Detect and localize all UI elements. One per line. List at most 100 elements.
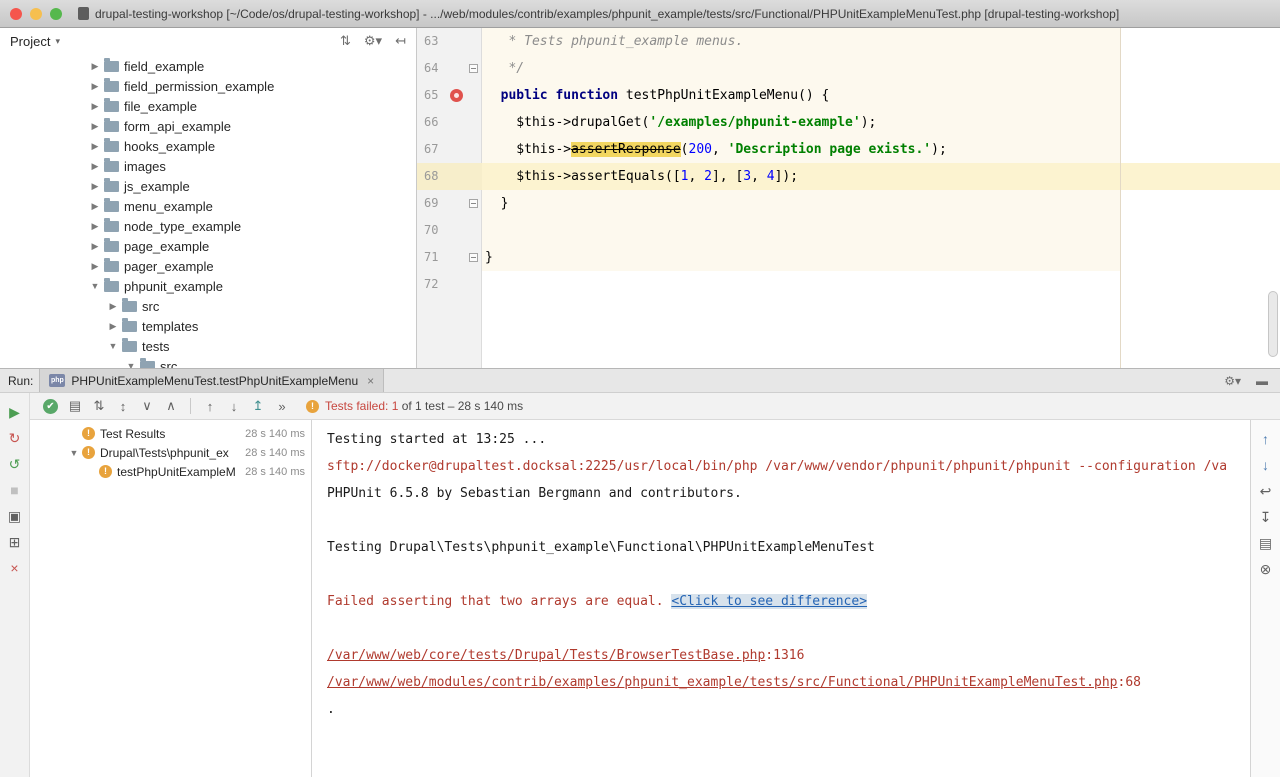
chevron-down-icon[interactable]: ▼: [106, 341, 120, 351]
chevron-right-icon[interactable]: ▶: [88, 141, 102, 152]
show-ignored-icon[interactable]: ▤: [63, 398, 87, 414]
clear-all-icon[interactable]: ⊗: [1251, 556, 1280, 582]
editor-gutter[interactable]: 70: [417, 217, 482, 244]
editor-line[interactable]: 70: [417, 217, 1280, 244]
zoom-window-button[interactable]: [50, 8, 62, 20]
hide-panel-icon[interactable]: ↤: [395, 33, 406, 49]
chevron-right-icon[interactable]: ▶: [88, 101, 102, 112]
import-test-results-icon[interactable]: ↥: [246, 398, 270, 414]
scroll-to-end-icon[interactable]: ↧: [1251, 504, 1280, 530]
stack-trace-link[interactable]: /var/www/web/modules/contrib/examples/ph…: [327, 675, 1118, 690]
project-tree-item[interactable]: ▶src: [0, 296, 416, 316]
chevron-down-icon[interactable]: ▼: [66, 448, 82, 458]
hide-window-icon[interactable]: ▬: [1256, 374, 1268, 388]
editor-line[interactable]: 63 * Tests phpunit_example menus.: [417, 28, 1280, 55]
rerun-test-icon[interactable]: ▶: [0, 399, 29, 425]
next-failed-test-icon[interactable]: ↓: [222, 399, 246, 414]
chevron-right-icon[interactable]: ▶: [88, 121, 102, 132]
editor-line[interactable]: 69 }: [417, 190, 1280, 217]
editor-line[interactable]: 66 $this->drupalGet('/examples/phpunit-e…: [417, 109, 1280, 136]
editor-gutter[interactable]: 71: [417, 244, 482, 271]
project-tree-item[interactable]: ▼tests: [0, 336, 416, 356]
project-tree-item[interactable]: ▶file_example: [0, 96, 416, 116]
editor-gutter[interactable]: 66: [417, 109, 482, 136]
chevron-right-icon[interactable]: ▶: [88, 201, 102, 212]
project-panel-title[interactable]: Project: [10, 34, 50, 49]
sort-by-duration-icon[interactable]: ⇅: [87, 398, 111, 414]
project-tree-item[interactable]: ▼src: [0, 356, 416, 368]
stop-icon[interactable]: ■: [0, 477, 29, 503]
fold-marker-icon[interactable]: [469, 64, 478, 73]
chevron-right-icon[interactable]: ▶: [88, 161, 102, 172]
settings-gear-icon[interactable]: ⚙▾: [1224, 374, 1241, 388]
editor-gutter[interactable]: 65: [417, 82, 482, 109]
project-tree-item[interactable]: ▶templates: [0, 316, 416, 336]
editor-line[interactable]: 72: [417, 271, 1280, 298]
project-tree-item[interactable]: ▶node_type_example: [0, 216, 416, 236]
close-icon[interactable]: ×: [0, 555, 29, 581]
editor-line[interactable]: 68 $this->assertEquals([1, 2], [3, 4]);: [417, 163, 1280, 190]
close-tab-icon[interactable]: ×: [367, 374, 374, 388]
test-tree-item[interactable]: !testPhpUnitExampleM28 s 140 ms: [30, 462, 311, 481]
chevron-down-icon[interactable]: ▾: [55, 36, 60, 47]
editor-gutter[interactable]: 68: [417, 163, 482, 190]
fold-marker-icon[interactable]: [469, 253, 478, 262]
editor[interactable]: 63 * Tests phpunit_example menus.64 */65…: [417, 28, 1280, 368]
toggle-auto-test-icon[interactable]: ↺: [0, 451, 29, 477]
editor-scrollbar[interactable]: [1268, 291, 1278, 357]
close-window-button[interactable]: [10, 8, 22, 20]
more-options-icon[interactable]: »: [270, 399, 294, 414]
stack-trace-link[interactable]: /var/www/web/core/tests/Drupal/Tests/Bro…: [327, 648, 765, 663]
previous-failed-test-icon[interactable]: ↑: [198, 399, 222, 414]
sort-alphabetically-icon[interactable]: ↕: [111, 399, 135, 414]
chevron-right-icon[interactable]: ▶: [88, 61, 102, 72]
settings-gear-icon[interactable]: ⚙▾: [364, 33, 382, 49]
chevron-right-icon[interactable]: ▶: [106, 321, 120, 332]
project-tree-item[interactable]: ▶js_example: [0, 176, 416, 196]
project-tree-item[interactable]: ▶field_example: [0, 56, 416, 76]
chevron-down-icon[interactable]: ▼: [124, 361, 138, 368]
collapse-all-icon[interactable]: ∧: [159, 398, 183, 414]
fold-marker-icon[interactable]: [469, 199, 478, 208]
editor-line[interactable]: 64 */: [417, 55, 1280, 82]
next-stack-frame-icon[interactable]: ↓: [1251, 452, 1280, 478]
editor-gutter[interactable]: 67: [417, 136, 482, 163]
print-icon[interactable]: ▤: [1251, 530, 1280, 556]
soft-wrap-icon[interactable]: ↩: [1251, 478, 1280, 504]
editor-gutter[interactable]: 64: [417, 55, 482, 82]
chevron-right-icon[interactable]: ▶: [88, 261, 102, 272]
chevron-right-icon[interactable]: ▶: [106, 301, 120, 312]
prev-stack-frame-icon[interactable]: ↑: [1251, 426, 1280, 452]
chevron-right-icon[interactable]: ▶: [88, 81, 102, 92]
diff-link[interactable]: <Click to see difference>: [671, 594, 867, 609]
rerun-failed-tests-icon[interactable]: ↻: [0, 425, 29, 451]
project-tree-item[interactable]: ▶field_permission_example: [0, 76, 416, 96]
breakpoint-icon[interactable]: [450, 89, 463, 102]
project-tree-item[interactable]: ▶menu_example: [0, 196, 416, 216]
chevron-down-icon[interactable]: ▼: [88, 281, 102, 291]
console-output[interactable]: Testing started at 13:25 ...sftp://docke…: [312, 420, 1250, 777]
project-tree-item[interactable]: ▶hooks_example: [0, 136, 416, 156]
editor-line[interactable]: 65 public function testPhpUnitExampleMen…: [417, 82, 1280, 109]
run-tab[interactable]: php PHPUnitExampleMenuTest.testPhpUnitEx…: [39, 369, 384, 392]
project-tree-item[interactable]: ▶page_example: [0, 236, 416, 256]
chevron-right-icon[interactable]: ▶: [88, 241, 102, 252]
editor-gutter[interactable]: 63: [417, 28, 482, 55]
test-tree-item[interactable]: !Test Results28 s 140 ms: [30, 424, 311, 443]
project-tree-item[interactable]: ▶pager_example: [0, 256, 416, 276]
pin-tab-icon[interactable]: ⊞: [0, 529, 29, 555]
chevron-right-icon[interactable]: ▶: [88, 221, 102, 232]
project-tree-item[interactable]: ▶form_api_example: [0, 116, 416, 136]
editor-gutter[interactable]: 72: [417, 271, 482, 298]
editor-line[interactable]: 71}: [417, 244, 1280, 271]
project-tree-item[interactable]: ▼phpunit_example: [0, 276, 416, 296]
chevron-right-icon[interactable]: ▶: [88, 181, 102, 192]
expand-all-icon[interactable]: ∨: [135, 398, 159, 414]
compact-mode-icon[interactable]: ⇅: [340, 33, 351, 49]
editor-gutter[interactable]: 69: [417, 190, 482, 217]
restore-layout-icon[interactable]: ▣: [0, 503, 29, 529]
editor-line[interactable]: 67 $this->assertResponse(200, 'Descripti…: [417, 136, 1280, 163]
minimize-window-button[interactable]: [30, 8, 42, 20]
show-passed-icon[interactable]: ✔: [43, 399, 58, 414]
test-tree-item[interactable]: ▼!Drupal\Tests\phpunit_ex28 s 140 ms: [30, 443, 311, 462]
